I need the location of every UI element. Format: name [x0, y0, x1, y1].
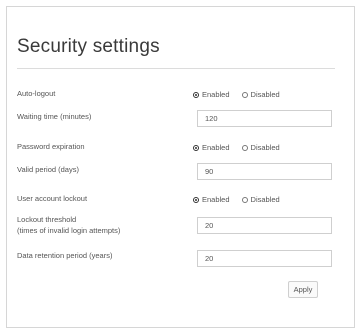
title-divider [17, 68, 335, 69]
valid-period-input[interactable]: 90 [197, 163, 332, 180]
radio-label: Enabled [202, 195, 230, 204]
lockout-threshold-label: Lockout threshold [17, 215, 77, 224]
auto-logout-radio-group: Enabled Disabled [193, 89, 292, 100]
password-expiration-label: Password expiration [17, 142, 85, 151]
lockout-threshold-sublabel: (times of invalid login attempts) [17, 226, 121, 235]
radio-label: Disabled [250, 143, 280, 152]
user-account-lockout-label: User account lockout [17, 194, 88, 203]
radio-unchecked-icon [241, 196, 248, 203]
page-title: Security settings [17, 36, 160, 57]
radio-checked-icon [193, 91, 199, 98]
radio-label: Enabled [202, 143, 230, 152]
radio-unchecked-icon [241, 144, 248, 151]
password-expiration-disabled-radio[interactable]: Disabled [241, 143, 280, 152]
data-retention-input[interactable]: 20 [197, 250, 332, 267]
radio-label: Disabled [250, 90, 280, 99]
radio-label: Disabled [250, 195, 280, 204]
auto-logout-disabled-radio[interactable]: Disabled [241, 90, 280, 99]
radio-checked-icon [193, 144, 199, 151]
data-retention-label: Data retention period (years) [17, 251, 113, 260]
password-expiration-enabled-radio[interactable]: Enabled [193, 143, 230, 152]
user-account-lockout-enabled-radio[interactable]: Enabled [193, 195, 230, 204]
lockout-threshold-input[interactable]: 20 [197, 217, 332, 234]
user-account-lockout-disabled-radio[interactable]: Disabled [241, 195, 280, 204]
radio-label: Enabled [202, 90, 230, 99]
valid-period-label: Valid period (days) [17, 165, 79, 174]
apply-button[interactable]: Apply [288, 281, 318, 298]
radio-unchecked-icon [241, 91, 248, 98]
user-account-lockout-radio-group: Enabled Disabled [193, 194, 292, 205]
radio-checked-icon [193, 196, 199, 203]
auto-logout-label: Auto-logout [17, 89, 56, 98]
password-expiration-radio-group: Enabled Disabled [193, 142, 292, 153]
waiting-time-input[interactable]: 120 [197, 110, 332, 127]
waiting-time-label: Waiting time (minutes) [17, 112, 92, 121]
auto-logout-enabled-radio[interactable]: Enabled [193, 90, 230, 99]
